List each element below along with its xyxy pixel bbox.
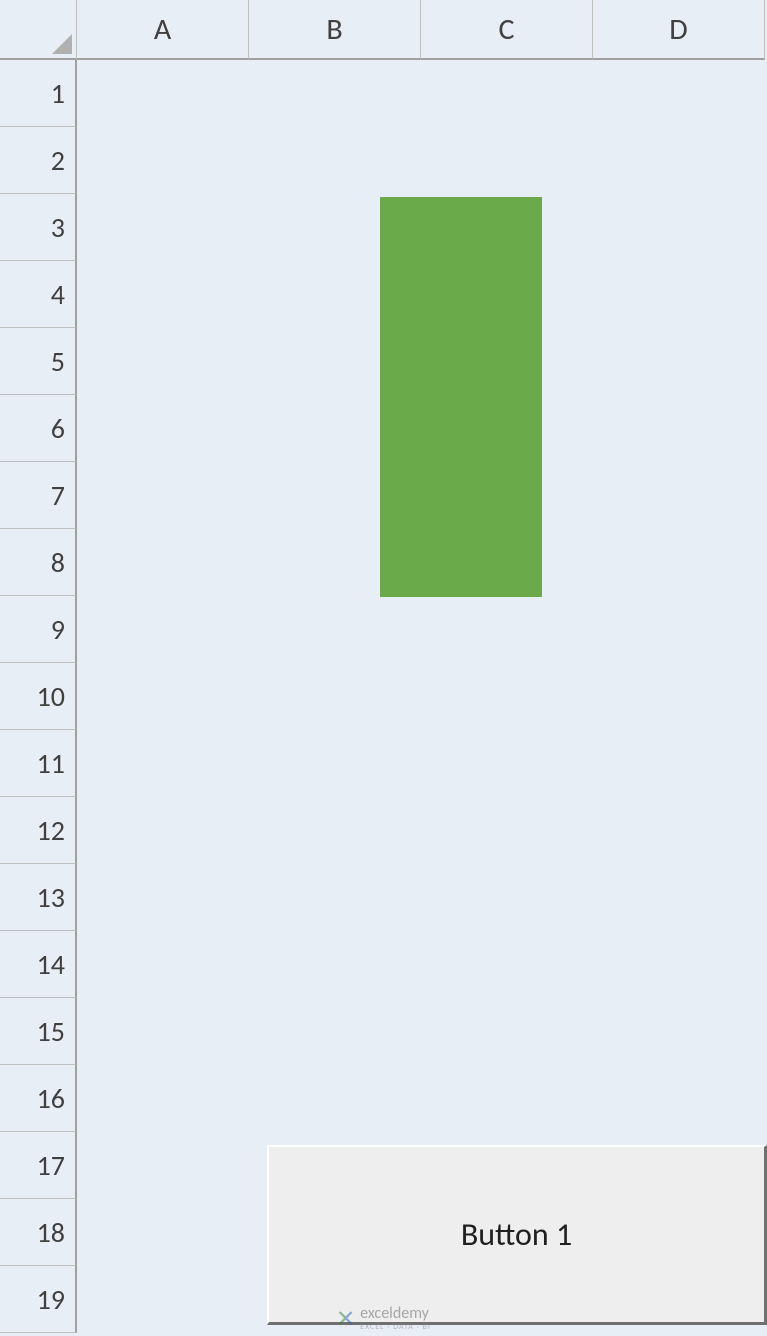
row-header-13[interactable]: 13 <box>0 864 77 931</box>
column-headers: A B C D <box>77 0 765 60</box>
column-header-c[interactable]: C <box>421 0 593 60</box>
select-all-triangle-icon <box>52 34 72 54</box>
row-header-11[interactable]: 11 <box>0 730 77 797</box>
watermark-tagline: EXCEL · DATA · BI <box>360 1323 431 1331</box>
row-header-7[interactable]: 7 <box>0 462 77 529</box>
row-header-8[interactable]: 8 <box>0 529 77 596</box>
row-header-5[interactable]: 5 <box>0 328 77 395</box>
row-header-10[interactable]: 10 <box>0 663 77 730</box>
column-header-b[interactable]: B <box>249 0 421 60</box>
row-header-4[interactable]: 4 <box>0 261 77 328</box>
row-header-16[interactable]: 16 <box>0 1065 77 1132</box>
row-header-17[interactable]: 17 <box>0 1132 77 1199</box>
row-header-9[interactable]: 9 <box>0 596 77 663</box>
rectangle-shape[interactable] <box>380 197 542 597</box>
column-header-a[interactable]: A <box>77 0 249 60</box>
row-header-19[interactable]: 19 <box>0 1266 77 1333</box>
row-header-6[interactable]: 6 <box>0 395 77 462</box>
row-header-14[interactable]: 14 <box>0 931 77 998</box>
row-header-3[interactable]: 3 <box>0 194 77 261</box>
select-all-corner[interactable] <box>0 0 77 60</box>
row-header-18[interactable]: 18 <box>0 1199 77 1266</box>
row-headers: 1 2 3 4 5 6 7 8 9 10 11 12 13 14 15 16 1… <box>0 60 77 1333</box>
macro-button-1[interactable]: Button 1 <box>267 1145 767 1325</box>
watermark-brand: exceldemy <box>360 1304 431 1323</box>
watermark-logo-icon <box>336 1309 354 1327</box>
row-header-15[interactable]: 15 <box>0 998 77 1065</box>
watermark-text-group: exceldemy EXCEL · DATA · BI <box>360 1304 431 1331</box>
watermark: exceldemy EXCEL · DATA · BI <box>336 1304 431 1331</box>
row-header-1[interactable]: 1 <box>0 60 77 127</box>
column-header-d[interactable]: D <box>593 0 765 60</box>
row-header-2[interactable]: 2 <box>0 127 77 194</box>
row-header-12[interactable]: 12 <box>0 797 77 864</box>
